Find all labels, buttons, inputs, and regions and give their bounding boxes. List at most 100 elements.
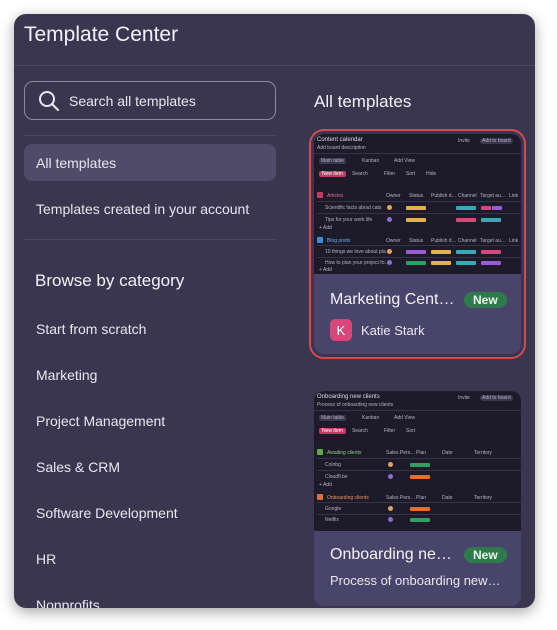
preview-target-chip — [481, 261, 501, 265]
category-project-management[interactable]: Project Management — [36, 413, 165, 429]
preview-row-line — [317, 213, 521, 214]
preview-target-chip — [481, 206, 491, 210]
preview-view-tab: Kanban — [362, 415, 380, 421]
template-card-marketing[interactable]: Content calendar Add board description I… — [309, 129, 526, 359]
preview-view-tab: Main table — [319, 158, 347, 164]
nav-item-label: All templates — [36, 154, 117, 171]
new-badge: New — [464, 547, 507, 563]
title-bar: Template Center — [14, 14, 535, 66]
card-author: K Katie Stark — [330, 319, 425, 341]
preview-row: Coinbg — [325, 462, 341, 468]
preview-column: Target au… — [480, 193, 506, 199]
preview-view-tab: Kanban — [362, 158, 380, 164]
sidebar: All templates Templates created in your … — [14, 67, 290, 608]
category-hr[interactable]: HR — [36, 551, 56, 567]
preview-owner-avatar — [387, 260, 392, 265]
nav-item-label: Templates created in your account — [36, 200, 250, 217]
search-box[interactable] — [24, 81, 276, 120]
preview-board-desc: Process of onboarding new clients — [317, 402, 394, 408]
preview-column: Status — [409, 193, 424, 199]
window-title: Template Center — [24, 23, 179, 46]
main-panel: All templates Content calendar Add board… — [300, 67, 535, 608]
preview-group-color — [317, 237, 323, 243]
divider — [24, 239, 276, 240]
preview-column: Territory — [474, 450, 493, 456]
preview-row-line — [317, 458, 521, 459]
preview-column: Owner — [386, 238, 401, 244]
preview-row: 10 things we love about pla… — [325, 249, 391, 255]
card-title-row: Onboarding ne… New — [330, 546, 507, 564]
card-title: Marketing Cent… — [330, 291, 455, 308]
preview-channel-chip — [456, 206, 476, 210]
preview-action: Sort — [406, 171, 416, 177]
preview-owner-avatar — [388, 517, 393, 522]
preview-channel-chip — [456, 261, 476, 265]
preview-column: Plan — [416, 450, 427, 456]
category-nonprofits[interactable]: Nonprofits — [36, 597, 100, 608]
preview-plan-chip — [410, 475, 430, 479]
preview-row-line — [317, 502, 521, 503]
preview-row: How to plan your project fo… — [325, 260, 390, 266]
preview-row: Tips for your work life — [325, 217, 373, 223]
preview-group-name: Awaiting clients — [327, 450, 362, 456]
main-heading: All templates — [314, 92, 412, 111]
preview-column: Link — [509, 238, 519, 244]
preview-action: Filter — [384, 428, 396, 434]
preview-plan-chip — [410, 463, 430, 467]
preview-status-chip — [406, 250, 426, 254]
category-software-development[interactable]: Software Development — [36, 505, 178, 521]
preview-divider — [314, 410, 521, 411]
preview-new-item: New item — [319, 171, 346, 177]
preview-target-chip — [492, 206, 502, 210]
preview-date-chip — [431, 261, 451, 265]
preview-row-line — [317, 514, 521, 515]
preview-invite: Invite — [458, 395, 470, 401]
card-title: Onboarding ne… — [330, 546, 452, 563]
preview-row-line — [317, 201, 521, 202]
preview-row: Scientific facts about cats — [325, 205, 382, 211]
card-description: Process of onboarding new… — [330, 573, 501, 588]
preview-column: Publish d… — [431, 193, 457, 199]
new-badge: New — [464, 292, 507, 308]
preview-target-chip — [481, 218, 501, 222]
preview-channel-chip — [456, 250, 476, 254]
preview-view-tab: Add View — [394, 158, 416, 164]
preview-group-name: Blog posts — [327, 238, 351, 244]
preview-column: Channel — [458, 238, 477, 244]
preview-column: Plan — [416, 495, 427, 501]
preview-column: Link — [509, 193, 519, 199]
nav-item-account-templates[interactable]: Templates created in your account — [24, 190, 276, 227]
preview-add-to-board: Add to board — [480, 138, 513, 144]
preview-column: Owner — [386, 193, 401, 199]
preview-owner-avatar — [388, 474, 393, 479]
preview-column: Sales Pers… — [386, 450, 416, 456]
avatar: K — [330, 319, 352, 341]
preview-board-title: Onboarding new clients — [317, 394, 380, 400]
search-icon — [39, 90, 59, 111]
preview-row: Cloudfl.be — [325, 474, 348, 480]
search-input[interactable] — [69, 92, 249, 109]
category-sales-crm[interactable]: Sales & CRM — [36, 459, 120, 475]
preview-action: Sort — [406, 428, 416, 434]
preview-owner-avatar — [387, 205, 392, 210]
preview-column: Sales Pers… — [386, 495, 416, 501]
category-marketing[interactable]: Marketing — [36, 367, 97, 383]
preview-column: Target au… — [480, 238, 506, 244]
preview-action: Search — [352, 428, 368, 434]
preview-action: Hide — [426, 171, 437, 177]
preview-status-chip — [406, 218, 426, 222]
preview-column: Date — [442, 450, 453, 456]
template-card-onboarding[interactable]: Onboarding new clients Process of onboar… — [314, 391, 521, 606]
preview-new-item: New item — [319, 428, 346, 434]
preview-action: Filter — [384, 171, 396, 177]
nav-item-all-templates[interactable]: All templates — [24, 144, 276, 181]
preview-group-color — [317, 449, 323, 455]
card-title-row: Marketing Cent… New — [330, 291, 507, 309]
preview-action: Search — [352, 171, 368, 177]
preview-target-chip — [481, 250, 501, 254]
preview-column: Date — [442, 495, 453, 501]
category-start-from-scratch[interactable]: Start from scratch — [36, 321, 146, 337]
preview-date-chip — [431, 250, 451, 254]
preview-column: Publish d… — [431, 238, 457, 244]
preview-owner-avatar — [387, 217, 392, 222]
